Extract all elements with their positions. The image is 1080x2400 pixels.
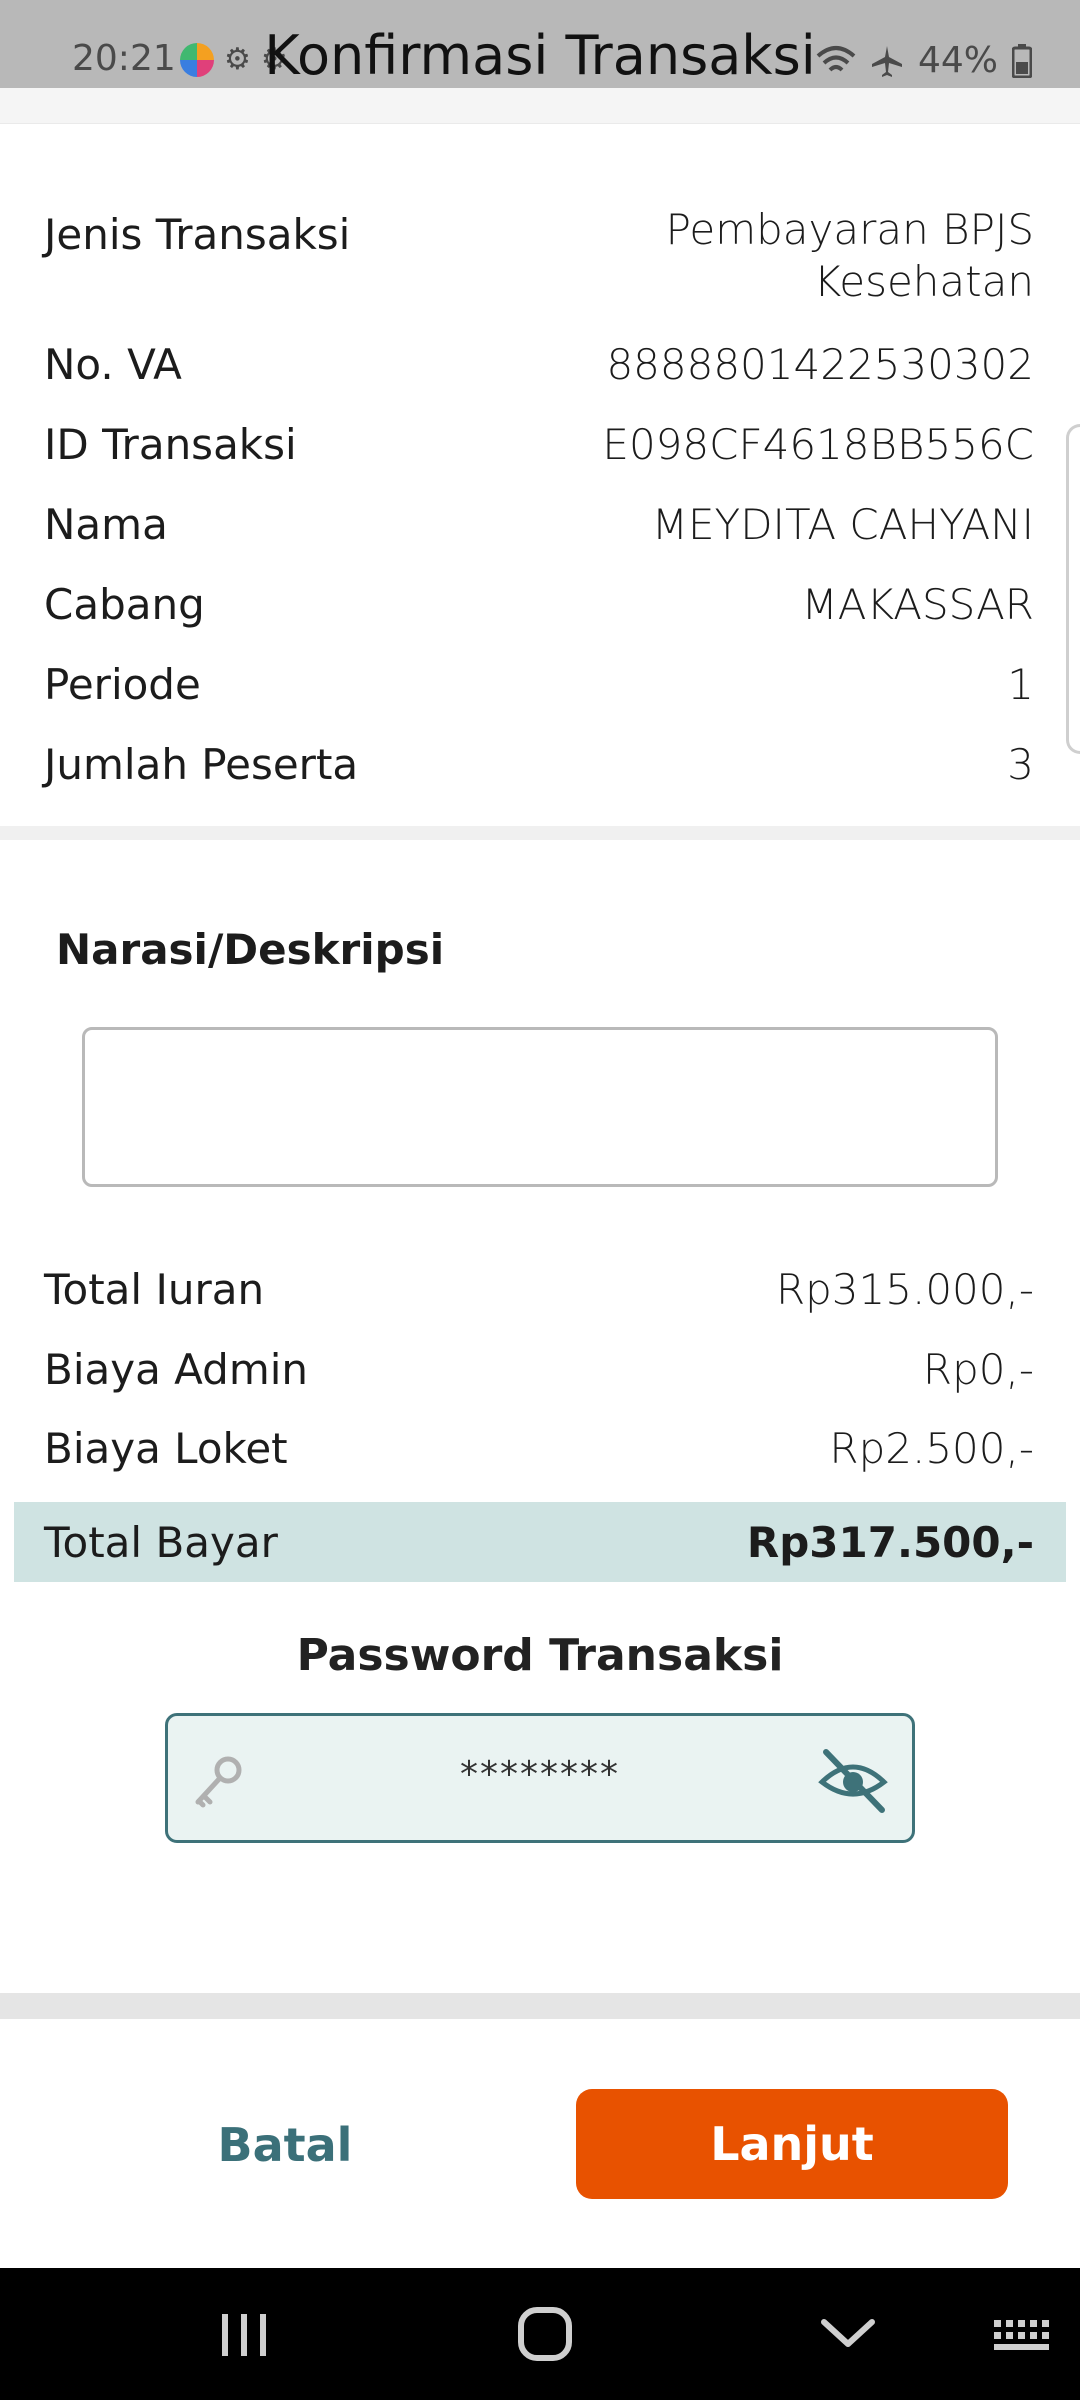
cancel-button[interactable]: Batal: [150, 2090, 420, 2200]
summary-value: Rp0,-: [922, 1345, 1034, 1394]
summary-row-biaya-loket: Biaya Loket Rp2.500,-: [44, 1424, 1034, 1473]
total-bayar-row: Total Bayar Rp317.500,-: [14, 1502, 1066, 1582]
transaction-details: Jenis Transaksi Pembayaran BPJS Kesehata…: [0, 124, 1080, 826]
keyboard-icon[interactable]: [980, 2302, 1060, 2366]
detail-label: No. VA: [44, 340, 182, 389]
continue-button[interactable]: Lanjut: [576, 2089, 1008, 2199]
detail-value: Pembayaran BPJS Kesehatan: [665, 205, 1034, 306]
detail-row-cabang: Cabang MAKASSAR: [44, 580, 1034, 629]
home-icon[interactable]: [505, 2302, 585, 2366]
detail-row-jumlah-peserta: Jumlah Peserta 3: [44, 740, 1034, 789]
detail-value: E098CF4618BB556C: [602, 420, 1034, 469]
password-value: ********: [460, 1754, 620, 1795]
detail-value: 8888801422530302: [606, 340, 1034, 389]
detail-value: MEYDITA CAHYANI: [651, 500, 1034, 549]
recent-apps-icon[interactable]: [204, 2302, 284, 2366]
detail-label: ID Transaksi: [44, 420, 297, 469]
detail-row-nama: Nama MEYDITA CAHYANI: [44, 500, 1034, 549]
password-input[interactable]: ********: [165, 1713, 915, 1843]
detail-value: 1: [1007, 660, 1034, 709]
summary-value: Rp315.000,-: [775, 1265, 1034, 1314]
summary-label: Biaya Admin: [44, 1345, 309, 1394]
back-chevron-icon[interactable]: [808, 2302, 888, 2366]
button-area-divider: [0, 1993, 1080, 2019]
detail-value: 3: [1007, 740, 1034, 789]
password-label: Password Transaksi: [296, 1630, 784, 1681]
narasi-label: Narasi/Deskripsi: [56, 925, 445, 974]
detail-label: Nama: [44, 500, 168, 549]
detail-value: MAKASSAR: [801, 580, 1034, 629]
system-nav-bar: [0, 2268, 1080, 2400]
detail-row-jenis-transaksi: Jenis Transaksi Pembayaran BPJS Kesehata…: [44, 205, 1034, 308]
narasi-input[interactable]: [82, 1027, 998, 1187]
summary-row-biaya-admin: Biaya Admin Rp0,-: [44, 1345, 1034, 1394]
detail-row-periode: Periode 1: [44, 660, 1034, 709]
eye-off-icon[interactable]: [818, 1746, 888, 1816]
detail-label: Cabang: [44, 580, 205, 629]
scroll-indicator[interactable]: [1066, 424, 1080, 754]
summary-row-total-iuran: Total Iuran Rp315.000,-: [44, 1265, 1034, 1314]
detail-label: Periode: [44, 660, 201, 709]
detail-row-id-transaksi: ID Transaksi E098CF4618BB556C: [44, 420, 1034, 469]
status-bar: 20:21 ⚙ ⚙ 44% Konfirmasi Transaksi: [0, 0, 1080, 88]
total-value: Rp317.500,-: [746, 1518, 1034, 1567]
detail-label: Jenis Transaksi: [44, 210, 351, 259]
section-divider: [0, 826, 1080, 840]
summary-value: Rp2.500,-: [829, 1424, 1034, 1473]
page-title: Konfirmasi Transaksi: [264, 24, 816, 87]
detail-label: Jumlah Peserta: [44, 740, 359, 789]
summary-label: Biaya Loket: [44, 1424, 288, 1473]
total-label: Total Bayar: [44, 1518, 278, 1567]
header-divider: [0, 88, 1080, 124]
summary-label: Total Iuran: [44, 1265, 265, 1314]
detail-row-no-va: No. VA 8888801422530302: [44, 340, 1034, 389]
